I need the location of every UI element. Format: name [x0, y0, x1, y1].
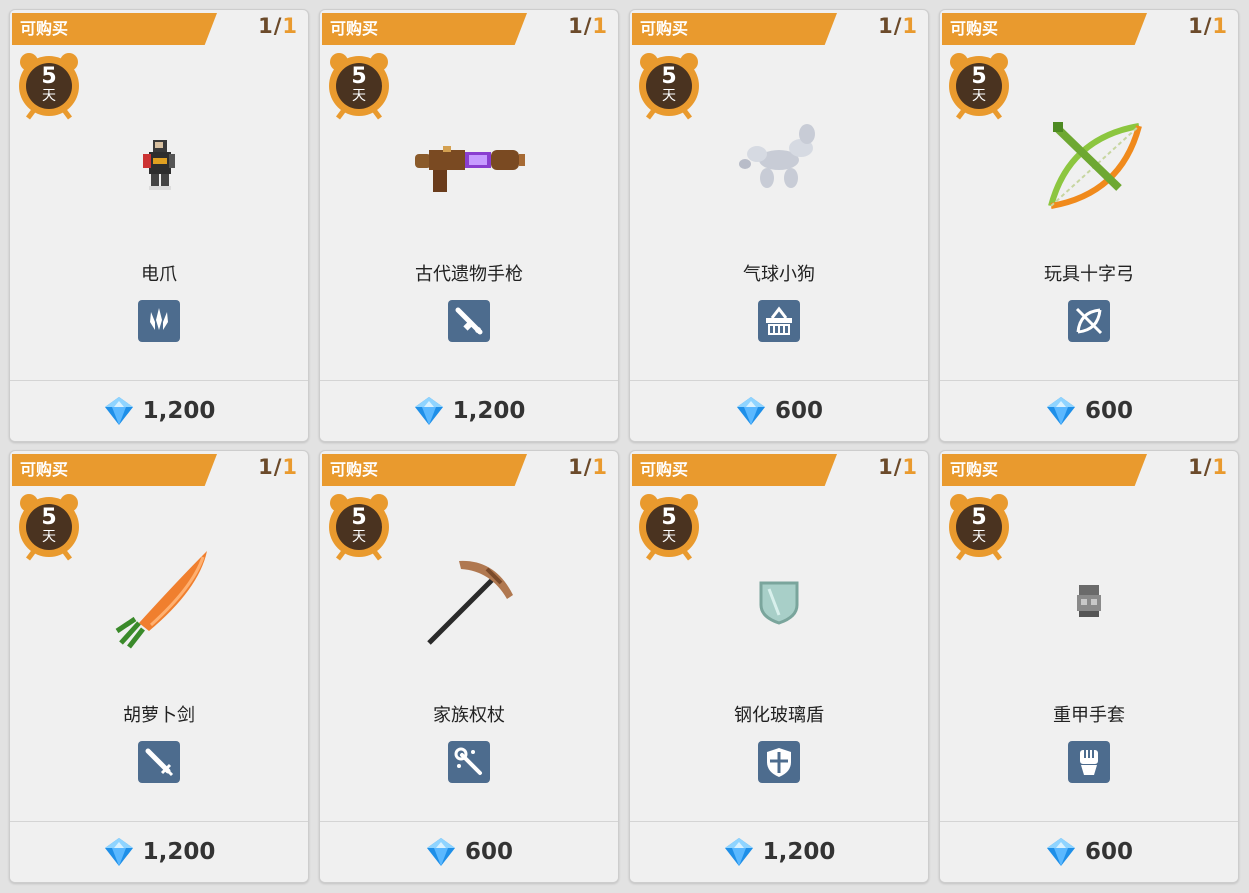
- days-remaining: 5: [971, 64, 987, 89]
- purchase-limit: 1/1: [1188, 14, 1228, 38]
- price-value: 600: [774, 398, 823, 424]
- item-name: 家族权杖: [433, 705, 505, 726]
- purchase-limit: 1/1: [568, 14, 608, 38]
- days-unit: 天: [972, 88, 986, 104]
- diamond-gem-icon: [414, 397, 443, 425]
- days-unit: 天: [352, 529, 366, 545]
- alarm-clock-icon: 5 天: [18, 491, 80, 563]
- shop-card[interactable]: 可购买 1/1 5 天 玩具十字弓 600: [939, 9, 1239, 442]
- fist-type-icon: [1068, 741, 1110, 783]
- purchasable-badge: 可购买: [322, 13, 527, 45]
- toy-crossbow-icon: [1029, 98, 1149, 218]
- purchase-limit: 1/1: [1188, 455, 1228, 479]
- basket-type-icon: [758, 300, 800, 342]
- purchasable-badge: 可购买: [12, 13, 217, 45]
- alarm-clock-icon: 5 天: [18, 50, 80, 122]
- shop-card[interactable]: 可购买 1/1 5 天 钢化玻璃盾 1,200: [629, 450, 929, 883]
- days-remaining: 5: [351, 64, 367, 89]
- shield-type-icon: [758, 741, 800, 783]
- price-value: 600: [1084, 398, 1133, 424]
- days-unit: 天: [662, 88, 676, 104]
- alarm-clock-icon: 5 天: [638, 50, 700, 122]
- price-value: 1,200: [452, 398, 526, 424]
- diamond-gem-icon: [1046, 838, 1075, 866]
- price-value: 600: [1084, 839, 1133, 865]
- purchasable-badge: 可购买: [942, 454, 1147, 486]
- days-unit: 天: [42, 88, 56, 104]
- shop-card[interactable]: 可购买 1/1 5 天 气球小狗 600: [629, 9, 929, 442]
- crossbow-type-icon: [1068, 300, 1110, 342]
- shop-card[interactable]: 可购买 1/1 5 天 古代遗物手枪 1,200: [319, 9, 619, 442]
- family-staff-icon: [409, 539, 529, 659]
- alarm-clock-icon: 5 天: [328, 491, 390, 563]
- diamond-gem-icon: [426, 838, 455, 866]
- claw-figure-icon: [99, 98, 219, 218]
- days-unit: 天: [352, 88, 366, 104]
- gun-type-icon: [448, 300, 490, 342]
- price-value: 1,200: [762, 839, 836, 865]
- claw-type-icon: [138, 300, 180, 342]
- price-footer: 600: [940, 380, 1238, 441]
- purchase-limit: 1/1: [568, 455, 608, 479]
- purchase-limit: 1/1: [258, 14, 298, 38]
- purchasable-badge: 可购买: [632, 454, 837, 486]
- purchase-limit: 1/1: [258, 455, 298, 479]
- staff-type-icon: [448, 741, 490, 783]
- carrot-sword-icon: [99, 539, 219, 659]
- price-footer: 600: [630, 380, 928, 441]
- alarm-clock-icon: 5 天: [948, 50, 1010, 122]
- item-name: 古代遗物手枪: [415, 264, 523, 285]
- sword-type-icon: [138, 741, 180, 783]
- days-remaining: 5: [661, 64, 677, 89]
- days-unit: 天: [662, 529, 676, 545]
- diamond-gem-icon: [104, 838, 133, 866]
- heavy-gauntlet-icon: [1029, 539, 1149, 659]
- purchasable-badge: 可购买: [632, 13, 837, 45]
- balloon-dog-icon: [719, 98, 839, 218]
- glass-shield-icon: [719, 539, 839, 659]
- price-footer: 600: [940, 821, 1238, 882]
- days-remaining: 5: [971, 505, 987, 530]
- diamond-gem-icon: [104, 397, 133, 425]
- price-footer: 1,200: [320, 380, 618, 441]
- item-name: 气球小狗: [743, 264, 815, 285]
- diamond-gem-icon: [1046, 397, 1075, 425]
- days-remaining: 5: [351, 505, 367, 530]
- purchasable-badge: 可购买: [942, 13, 1147, 45]
- item-name: 玩具十字弓: [1044, 264, 1134, 285]
- alarm-clock-icon: 5 天: [948, 491, 1010, 563]
- purchase-limit: 1/1: [878, 14, 918, 38]
- days-unit: 天: [42, 529, 56, 545]
- item-name: 胡萝卜剑: [123, 705, 195, 726]
- days-unit: 天: [972, 529, 986, 545]
- days-remaining: 5: [661, 505, 677, 530]
- days-remaining: 5: [41, 505, 57, 530]
- shop-card[interactable]: 可购买 1/1 5 天 电爪 1,200: [9, 9, 309, 442]
- price-footer: 1,200: [630, 821, 928, 882]
- shop-card[interactable]: 可购买 1/1 5 天 胡萝卜剑 1,200: [9, 450, 309, 883]
- price-footer: 1,200: [10, 380, 308, 441]
- diamond-gem-icon: [724, 838, 753, 866]
- shop-card[interactable]: 可购买 1/1 5 天 家族权杖 600: [319, 450, 619, 883]
- alarm-clock-icon: 5 天: [638, 491, 700, 563]
- shop-card[interactable]: 可购买 1/1 5 天 重甲手套 600: [939, 450, 1239, 883]
- diamond-gem-icon: [736, 397, 765, 425]
- price-footer: 600: [320, 821, 618, 882]
- price-footer: 1,200: [10, 821, 308, 882]
- price-value: 1,200: [142, 839, 216, 865]
- item-name: 电爪: [141, 264, 177, 285]
- alarm-clock-icon: 5 天: [328, 50, 390, 122]
- item-name: 重甲手套: [1053, 705, 1125, 726]
- price-value: 600: [464, 839, 513, 865]
- price-value: 1,200: [142, 398, 216, 424]
- relic-pistol-icon: [409, 98, 529, 218]
- days-remaining: 5: [41, 64, 57, 89]
- purchasable-badge: 可购买: [12, 454, 217, 486]
- item-name: 钢化玻璃盾: [734, 705, 824, 726]
- purchase-limit: 1/1: [878, 455, 918, 479]
- purchasable-badge: 可购买: [322, 454, 527, 486]
